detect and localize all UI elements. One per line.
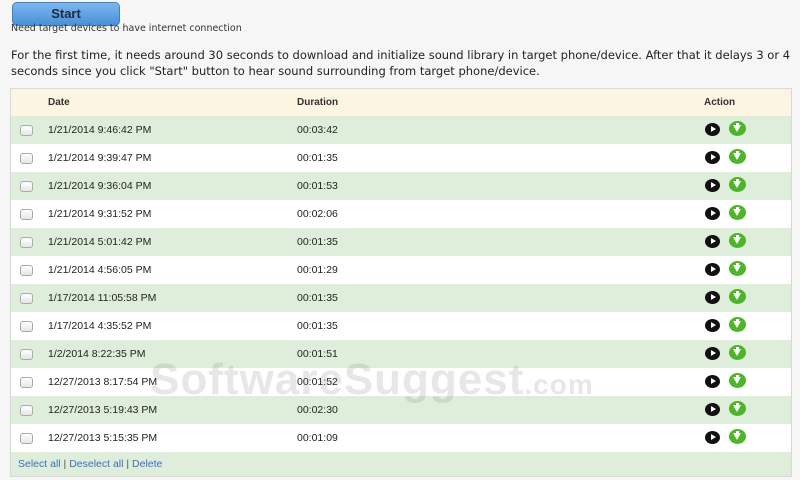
row-date: 1/2/2014 8:22:35 PM bbox=[48, 348, 146, 360]
row-date: 1/17/2014 11:05:58 PM bbox=[48, 292, 157, 304]
description-text: For the first time, it needs around 30 s… bbox=[11, 48, 791, 78]
play-icon[interactable] bbox=[705, 403, 720, 416]
row-date: 12/27/2013 5:19:43 PM bbox=[48, 404, 158, 416]
row-duration: 00:01:35 bbox=[297, 152, 338, 164]
play-icon[interactable] bbox=[705, 151, 720, 164]
separator: | bbox=[63, 458, 67, 470]
row-duration: 00:01:53 bbox=[297, 180, 338, 192]
row-checkbox[interactable] bbox=[20, 125, 33, 136]
table-row: 1/17/2014 11:05:58 PM 00:01:35 bbox=[11, 284, 791, 312]
table-row: 12/27/2013 5:19:43 PM 00:02:30 bbox=[11, 396, 791, 424]
row-duration: 00:03:42 bbox=[297, 124, 338, 136]
play-icon[interactable] bbox=[705, 207, 720, 220]
row-duration: 00:01:35 bbox=[297, 292, 338, 304]
row-date: 1/17/2014 4:35:52 PM bbox=[48, 320, 152, 332]
play-icon[interactable] bbox=[705, 291, 720, 304]
download-icon[interactable] bbox=[729, 205, 746, 220]
download-icon[interactable] bbox=[729, 121, 746, 136]
play-icon[interactable] bbox=[705, 347, 720, 360]
row-checkbox[interactable] bbox=[20, 433, 33, 444]
internet-note: Need target devices to have internet con… bbox=[11, 23, 242, 34]
play-icon[interactable] bbox=[705, 431, 720, 444]
recordings-table: Date Duration Action 1/21/2014 9:46:42 P… bbox=[10, 88, 792, 477]
header-duration: Duration bbox=[297, 97, 339, 108]
table-row: 1/21/2014 9:36:04 PM 00:01:53 bbox=[11, 172, 791, 200]
row-checkbox[interactable] bbox=[20, 265, 33, 276]
play-icon[interactable] bbox=[705, 123, 720, 136]
header-date: Date bbox=[48, 97, 70, 108]
table-footer: Select all | Deselect all | Delete bbox=[11, 452, 791, 476]
table-row: 1/17/2014 4:35:52 PM 00:01:35 bbox=[11, 312, 791, 340]
row-checkbox[interactable] bbox=[20, 405, 33, 416]
table-row: 12/27/2013 5:15:35 PM 00:01:09 bbox=[11, 424, 791, 452]
row-date: 12/27/2013 5:15:35 PM bbox=[48, 432, 158, 444]
row-duration: 00:01:52 bbox=[297, 376, 338, 388]
download-icon[interactable] bbox=[729, 345, 746, 360]
row-duration: 00:01:51 bbox=[297, 348, 338, 360]
row-duration: 00:02:30 bbox=[297, 404, 338, 416]
download-icon[interactable] bbox=[729, 317, 746, 332]
row-checkbox[interactable] bbox=[20, 293, 33, 304]
play-icon[interactable] bbox=[705, 179, 720, 192]
deselect-all-link[interactable]: Deselect all bbox=[69, 458, 123, 470]
table-row: 1/21/2014 9:46:42 PM 00:03:42 bbox=[11, 116, 791, 144]
download-icon[interactable] bbox=[729, 373, 746, 388]
row-checkbox[interactable] bbox=[20, 321, 33, 332]
select-all-link[interactable]: Select all bbox=[18, 458, 61, 470]
row-date: 1/21/2014 4:56:05 PM bbox=[48, 264, 152, 276]
row-duration: 00:01:09 bbox=[297, 432, 338, 444]
download-icon[interactable] bbox=[729, 233, 746, 248]
row-duration: 00:02:06 bbox=[297, 208, 338, 220]
row-date: 1/21/2014 9:36:04 PM bbox=[48, 180, 152, 192]
download-icon[interactable] bbox=[729, 289, 746, 304]
table-row: 1/21/2014 4:56:05 PM 00:01:29 bbox=[11, 256, 791, 284]
row-date: 1/21/2014 9:31:52 PM bbox=[48, 208, 152, 220]
row-duration: 00:01:35 bbox=[297, 320, 338, 332]
row-checkbox[interactable] bbox=[20, 153, 33, 164]
table-header: Date Duration Action bbox=[11, 89, 791, 116]
row-date: 1/21/2014 9:46:42 PM bbox=[48, 124, 152, 136]
row-duration: 00:01:35 bbox=[297, 236, 338, 248]
play-icon[interactable] bbox=[705, 235, 720, 248]
separator: | bbox=[126, 458, 130, 470]
header-action: Action bbox=[704, 97, 736, 108]
table-row: 1/21/2014 9:39:47 PM 00:01:35 bbox=[11, 144, 791, 172]
row-duration: 00:01:29 bbox=[297, 264, 338, 276]
download-icon[interactable] bbox=[729, 401, 746, 416]
delete-link[interactable]: Delete bbox=[132, 458, 162, 470]
row-checkbox[interactable] bbox=[20, 377, 33, 388]
table-row: 1/2/2014 8:22:35 PM 00:01:51 bbox=[11, 340, 791, 368]
play-icon[interactable] bbox=[705, 263, 720, 276]
download-icon[interactable] bbox=[729, 261, 746, 276]
table-row: 12/27/2013 8:17:54 PM 00:01:52 bbox=[11, 368, 791, 396]
row-date: 1/21/2014 5:01:42 PM bbox=[48, 236, 152, 248]
play-icon[interactable] bbox=[705, 319, 720, 332]
table-row: 1/21/2014 9:31:52 PM 00:02:06 bbox=[11, 200, 791, 228]
play-icon[interactable] bbox=[705, 375, 720, 388]
row-date: 1/21/2014 9:39:47 PM bbox=[48, 152, 152, 164]
download-icon[interactable] bbox=[729, 149, 746, 164]
row-date: 12/27/2013 8:17:54 PM bbox=[48, 376, 158, 388]
row-checkbox[interactable] bbox=[20, 209, 33, 220]
download-icon[interactable] bbox=[729, 177, 746, 192]
row-checkbox[interactable] bbox=[20, 237, 33, 248]
download-icon[interactable] bbox=[729, 429, 746, 444]
row-checkbox[interactable] bbox=[20, 349, 33, 360]
row-checkbox[interactable] bbox=[20, 181, 33, 192]
table-row: 1/21/2014 5:01:42 PM 00:01:35 bbox=[11, 228, 791, 256]
